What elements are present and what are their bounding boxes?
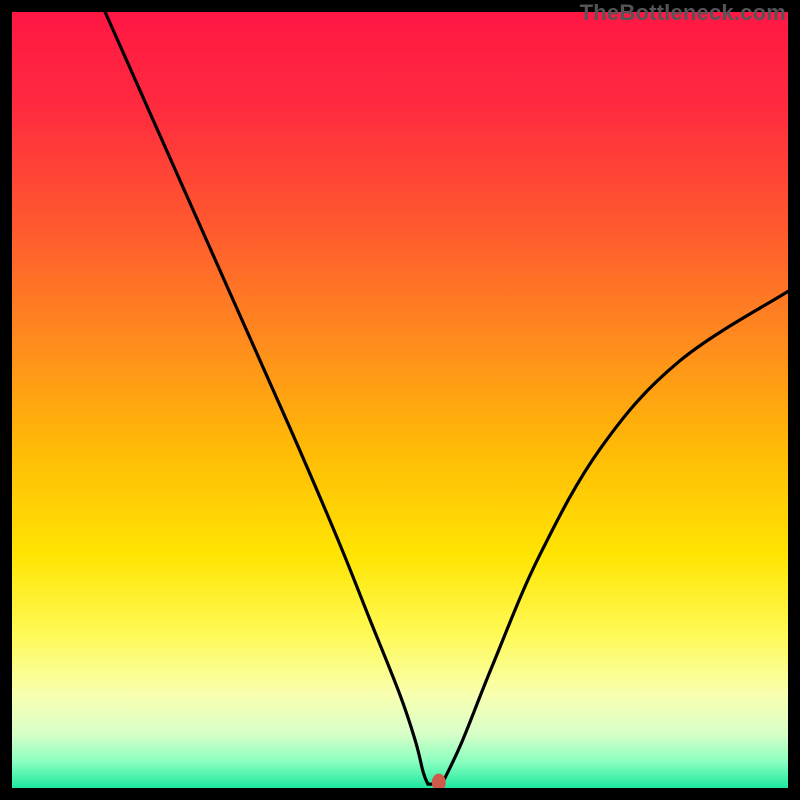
chart-frame: TheBottleneck.com xyxy=(0,0,800,800)
watermark-text: TheBottleneck.com xyxy=(580,0,786,26)
gradient-background xyxy=(12,12,788,788)
chart-svg xyxy=(12,12,788,788)
plot-area xyxy=(12,12,788,788)
